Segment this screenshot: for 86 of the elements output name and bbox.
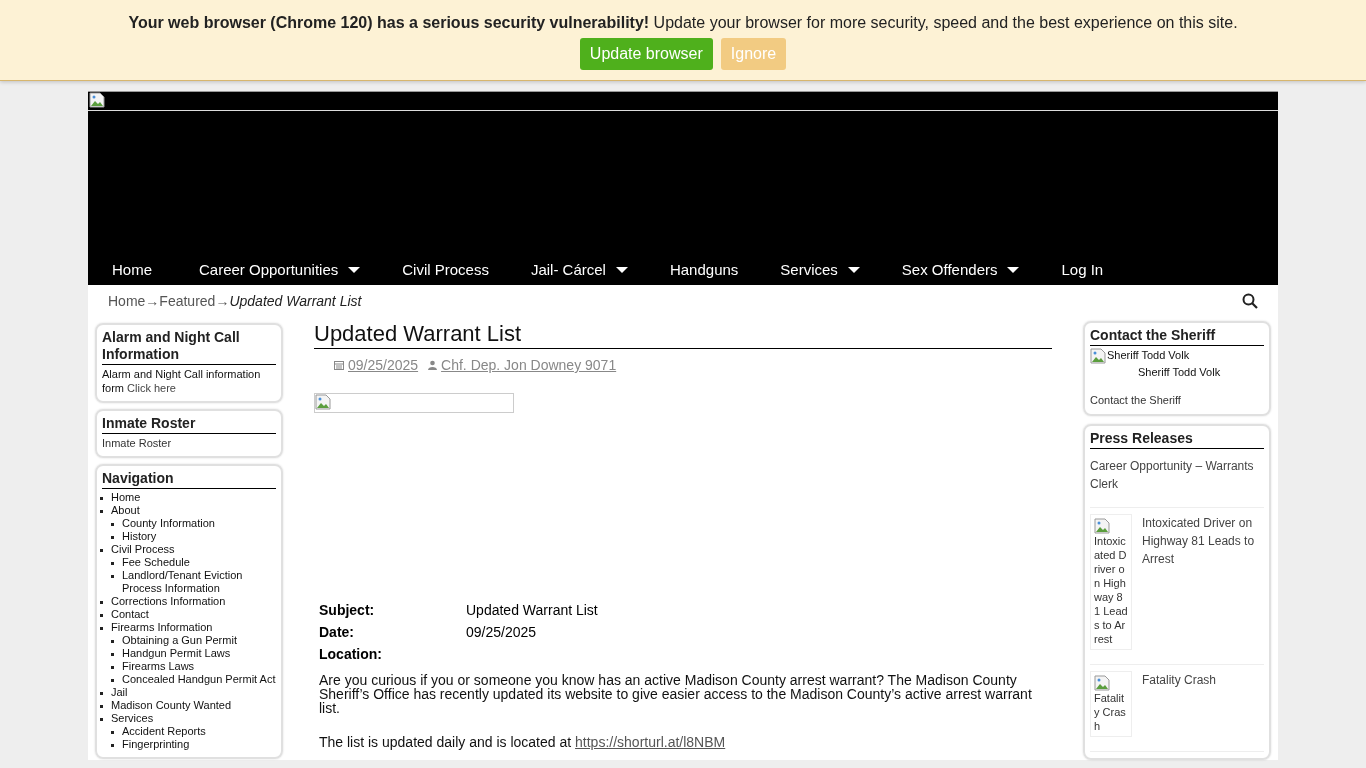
bullet-icon xyxy=(111,679,114,682)
widget-title: Alarm and Night Call Information xyxy=(102,329,276,365)
contact-sheriff-link[interactable]: Contact the Sheriff xyxy=(1090,392,1264,408)
widget-title: Navigation xyxy=(102,470,276,489)
bullet-icon xyxy=(100,718,103,721)
article-title: Updated Warrant List xyxy=(314,321,1052,349)
broken-image-icon xyxy=(1094,518,1110,534)
nav-link[interactable]: Firearms Information xyxy=(111,621,213,634)
image-alt-text: Sheriff Todd Volk xyxy=(1107,348,1190,363)
nav-link[interactable]: County Information xyxy=(122,517,215,530)
menu-item[interactable]: Sex Offenders xyxy=(877,254,1038,285)
menu-item[interactable]: Jail- Cárcel xyxy=(506,254,646,285)
widget-title: Press Releases xyxy=(1090,430,1264,449)
menu-item[interactable]: Civil Process xyxy=(378,254,507,285)
breadcrumb-link[interactable]: Featured xyxy=(159,293,216,309)
nav-link[interactable]: About xyxy=(111,504,140,517)
bullet-icon xyxy=(111,575,114,578)
bullet-icon xyxy=(100,510,103,513)
bullet-icon xyxy=(100,627,103,630)
bullet-icon xyxy=(100,705,103,708)
nav-link[interactable]: Madison County Wanted xyxy=(111,699,232,712)
bullet-icon xyxy=(111,562,114,565)
image-alt-text: Intoxicated Driver on Highway 81 Leads to Arrest xyxy=(1094,535,1128,645)
image-alt-text: Fatality Crash xyxy=(1094,692,1126,732)
menu-item[interactable]: Home xyxy=(88,254,175,285)
image-caption: Sheriff Todd Volk xyxy=(1137,365,1222,380)
nav-link[interactable]: Home xyxy=(111,491,141,504)
menu-item[interactable]: Career Opportunities xyxy=(175,254,379,285)
nav-link[interactable]: Fingerprinting xyxy=(122,738,190,751)
bullet-icon xyxy=(100,614,103,617)
nav-link[interactable]: Contact xyxy=(111,608,149,621)
browser-warning-message: Your web browser (Chrome 120) has a serious security vulnerability! Update your browser for more security, speed and the best experience on this site. xyxy=(127,14,1239,32)
press-release-link[interactable]: Intoxicated Driver on Highway 81 Leads to Arrest xyxy=(1142,514,1264,650)
article-paragraph: The list is updated daily and is located at https://shorturl.at/l8NBM xyxy=(319,735,727,749)
nav-link[interactable]: Services xyxy=(111,712,154,725)
nav-link[interactable]: Obtaining a Gun Permit xyxy=(122,634,237,647)
press-release-link[interactable]: Fatality Crash xyxy=(1142,671,1217,737)
breadcrumb-current: Updated Warrant List xyxy=(229,293,362,309)
bullet-icon xyxy=(111,653,114,656)
broken-image-icon xyxy=(315,394,331,410)
bullet-icon xyxy=(111,731,114,734)
bullet-icon xyxy=(100,692,103,695)
press-release-link[interactable]: Career Opportunity – Warrants Clerk xyxy=(1090,457,1264,493)
warrant-list-link[interactable]: https://shorturl.at/l8NBM xyxy=(575,734,726,750)
broken-image-icon xyxy=(1094,675,1110,691)
bullet-icon xyxy=(111,744,114,747)
detail-label: Date: xyxy=(318,623,355,642)
breadcrumb-link[interactable]: Home xyxy=(108,293,146,309)
detail-label: Location: xyxy=(318,645,383,664)
menu-item[interactable]: Handguns xyxy=(645,254,757,285)
nav-link[interactable]: Fee Schedule xyxy=(122,556,190,569)
nav-link[interactable]: Jail xyxy=(111,686,128,699)
nav-link[interactable]: Corrections Information xyxy=(111,595,226,608)
bullet-icon xyxy=(100,601,103,604)
bullet-icon xyxy=(111,536,114,539)
nav-link[interactable]: Firearms Laws xyxy=(122,660,195,673)
menu-item[interactable]: Log In xyxy=(1037,254,1125,285)
calendar-icon xyxy=(334,360,344,370)
detail-value: Updated Warrant List xyxy=(465,601,599,620)
widget-title: Inmate Roster xyxy=(102,415,276,434)
menu-item[interactable]: Services xyxy=(756,254,878,285)
article-paragraph: Are you curious if you or someone you know has an active Madison County arrest warrant? The Madison County Sheriff’s Office has recently updated its website to give easier access to the Madison County’s active arrest warrant list. xyxy=(319,673,1033,715)
inmate-roster-link[interactable]: Inmate Roster xyxy=(102,436,276,450)
breadcrumb-separator: → xyxy=(145,293,160,309)
nav-link[interactable]: Civil Process xyxy=(111,543,175,556)
detail-label: Subject: xyxy=(318,601,376,620)
detail-value: 09/25/2025 xyxy=(465,623,538,642)
nav-link[interactable]: Landlord/Tenant Eviction Process Information xyxy=(122,569,276,595)
nav-link[interactable]: History xyxy=(122,530,157,543)
widget-title: Contact the Sheriff xyxy=(1090,327,1264,346)
nav-link[interactable]: Accident Reports xyxy=(122,725,206,738)
bullet-icon xyxy=(111,523,114,526)
bullet-icon xyxy=(111,640,114,643)
broken-image-icon xyxy=(1090,348,1106,364)
widget-text: Alarm and Night Call information form Click here xyxy=(102,367,262,395)
search-icon[interactable] xyxy=(1242,293,1258,309)
bullet-icon xyxy=(100,549,103,552)
post-date-link[interactable]: 09/25/2025 xyxy=(334,357,419,373)
bullet-icon xyxy=(111,666,114,669)
person-icon xyxy=(428,360,438,370)
nav-link[interactable]: Handgun Permit Laws xyxy=(122,647,231,660)
breadcrumb-separator: → xyxy=(215,293,230,309)
click-here-link[interactable]: Click here xyxy=(127,382,176,394)
bullet-icon xyxy=(100,497,103,500)
author-link[interactable]: Chf. Dep. Jon Downey 9071 xyxy=(428,357,617,373)
nav-link[interactable]: Concealed Handgun Permit Act xyxy=(122,673,276,686)
